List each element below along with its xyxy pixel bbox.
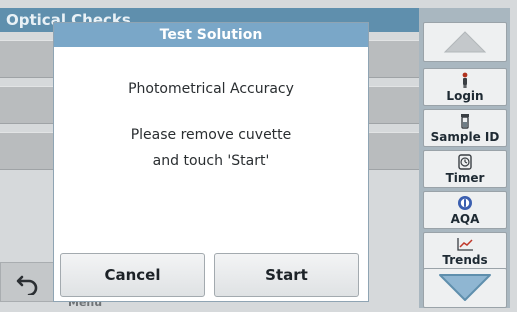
- screen: Optical Checks Menu Login Sample ID Time…: [0, 0, 517, 312]
- scroll-down-button[interactable]: [423, 268, 507, 308]
- vial-icon: [424, 112, 506, 130]
- dialog-title: Test Solution: [54, 23, 368, 47]
- start-button[interactable]: Start: [214, 253, 359, 297]
- sample-id-label: Sample ID: [430, 130, 500, 144]
- timer-icon: [424, 153, 506, 171]
- triangle-up-icon: [443, 31, 487, 53]
- right-sidebar: Login Sample ID Timer AQA Trends: [419, 8, 510, 308]
- aqa-label: AQA: [450, 212, 480, 226]
- back-arrow-icon: [15, 271, 41, 299]
- dialog-message-line2: and touch 'Start': [152, 153, 270, 169]
- dialog-footer: Cancel Start: [54, 249, 368, 301]
- timer-button[interactable]: Timer: [423, 150, 507, 188]
- chevron-down-icon: [439, 274, 491, 301]
- sample-id-button[interactable]: Sample ID: [423, 109, 507, 147]
- dialog-message-line1: Please remove cuvette: [130, 127, 292, 143]
- aqa-icon: [424, 194, 506, 212]
- login-button[interactable]: Login: [423, 68, 507, 106]
- trends-button[interactable]: Trends: [423, 232, 507, 270]
- timer-label: Timer: [445, 171, 485, 185]
- back-button[interactable]: [0, 262, 58, 302]
- cancel-button[interactable]: Cancel: [60, 253, 205, 297]
- login-label: Login: [446, 89, 484, 103]
- scroll-up-button[interactable]: [423, 22, 507, 62]
- test-solution-dialog: Test Solution Photometrical Accuracy Ple…: [53, 22, 369, 302]
- aqa-button[interactable]: AQA: [423, 191, 507, 229]
- dialog-subtitle: Photometrical Accuracy: [128, 81, 294, 97]
- trend-chart-icon: [424, 235, 506, 253]
- person-icon: [424, 71, 506, 89]
- trends-label: Trends: [442, 253, 488, 267]
